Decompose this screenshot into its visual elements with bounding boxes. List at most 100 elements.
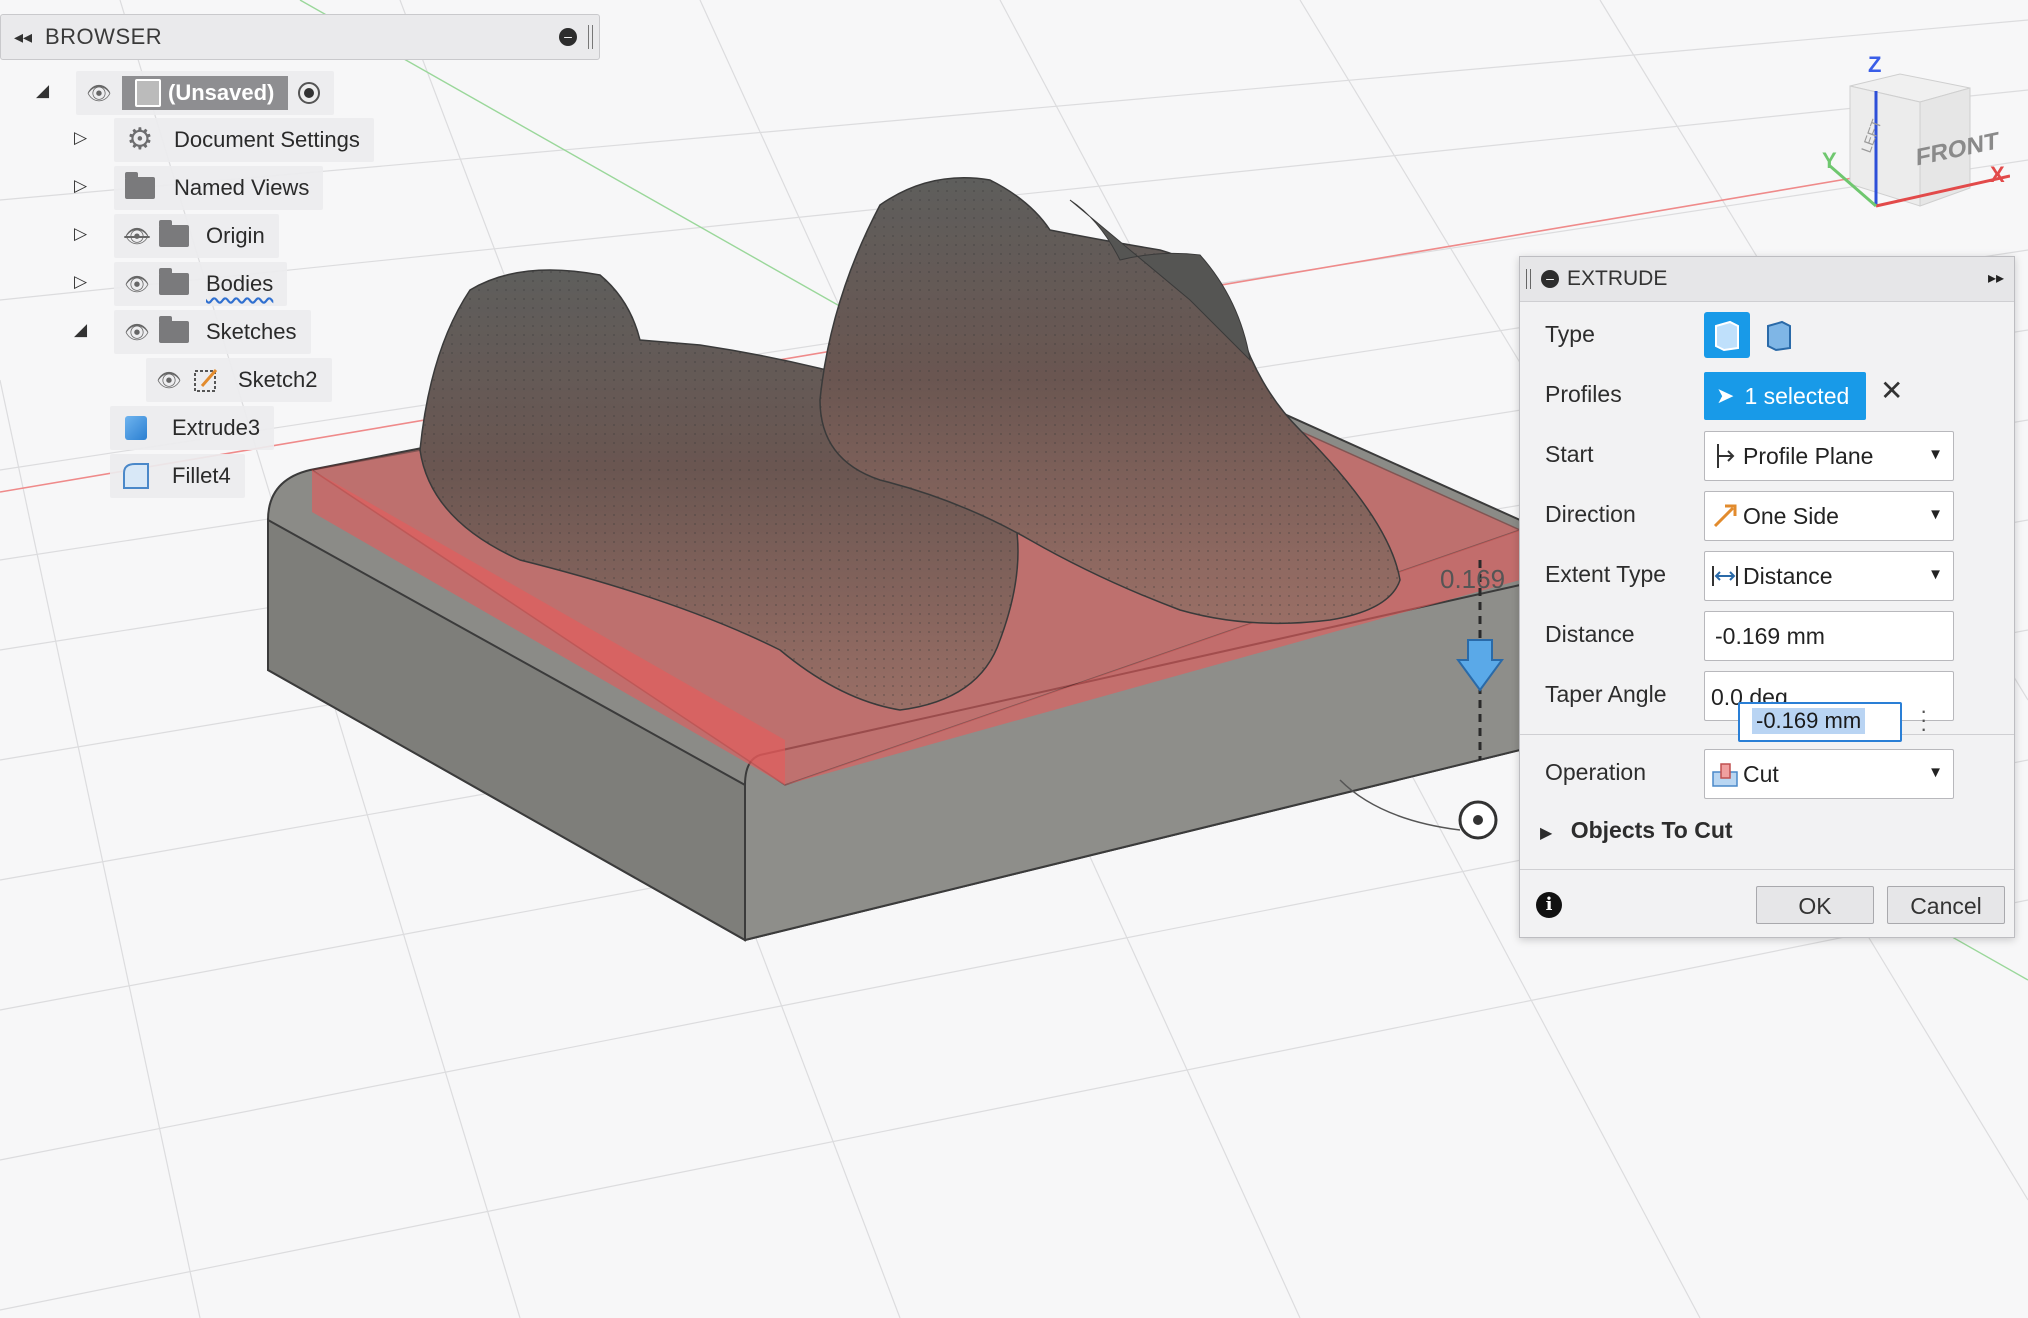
operation-dropdown[interactable]: Cut ▼	[1704, 749, 1954, 799]
inline-distance-input[interactable]: -0.169 mm	[1738, 702, 1902, 742]
start-value: Profile Plane	[1743, 442, 1874, 469]
dialog-grip-handle[interactable]	[1526, 269, 1531, 289]
cut-icon	[1707, 760, 1743, 788]
collapse-dialog-icon[interactable]: –	[1541, 270, 1559, 288]
fillet-icon	[116, 459, 156, 493]
dialog-footer: i OK Cancel	[1520, 869, 2014, 938]
distance-value: -0.169 mm	[1715, 622, 1825, 649]
objects-to-cut-label: Objects To Cut	[1570, 817, 1733, 843]
type-label: Type	[1545, 321, 1595, 347]
expand-arrow-icon[interactable]: ▷	[74, 224, 87, 244]
expand-arrow-icon[interactable]: ▷	[74, 272, 87, 292]
chevron-down-icon: ▼	[1928, 506, 1943, 523]
direction-row: Direction One Side ▼	[1520, 484, 2014, 544]
one-side-icon	[1707, 502, 1743, 530]
eye-icon[interactable]: 👁	[82, 81, 116, 106]
start-row: Start Profile Plane ▼	[1520, 424, 2014, 484]
tree-item-bodies[interactable]: ▷ 👁 Bodies	[74, 262, 288, 306]
browser-title: BROWSER	[45, 24, 163, 49]
axis-x-label: X	[1990, 162, 2005, 187]
operation-row: Operation Cut ▼	[1520, 742, 2014, 802]
objects-to-cut-section[interactable]: ▶ Objects To Cut	[1540, 817, 1733, 844]
root-component[interactable]: (Unsaved)	[122, 76, 289, 110]
sketch-icon	[186, 363, 226, 397]
folder-icon	[154, 315, 194, 349]
expand-arrow-icon[interactable]: ▷	[74, 128, 87, 148]
profiles-selection-button[interactable]: ➤ 1 selected	[1704, 372, 1866, 420]
chevron-down-icon: ▼	[1928, 764, 1943, 781]
eye-icon[interactable]: 👁	[120, 272, 154, 297]
tree-item-sketches[interactable]: ◢ 👁 Sketches	[74, 310, 311, 354]
tree-item-document-settings[interactable]: ▷ ⚙ Document Settings	[74, 118, 374, 162]
tree-item-named-views[interactable]: ▷ Named Views	[74, 166, 324, 210]
folder-icon	[120, 171, 160, 205]
tree-item-label: Extrude3	[172, 415, 261, 440]
axis-y-label: Y	[1822, 148, 1837, 173]
tree-item-sketch2[interactable]: 👁 Sketch2	[146, 358, 332, 402]
gear-icon: ⚙	[126, 123, 154, 156]
collapse-arrow-icon[interactable]: ◢	[36, 81, 49, 101]
eye-hidden-icon[interactable]: 👁	[152, 368, 186, 393]
profiles-label: Profiles	[1545, 381, 1622, 407]
component-icon	[128, 76, 168, 110]
distance-label: Distance	[1545, 621, 1635, 647]
activate-radio-icon[interactable]	[298, 82, 321, 104]
tree-item-label: Sketches	[206, 319, 297, 344]
distance-row: Distance -0.169 mm	[1520, 604, 2014, 664]
extent-type-row: Extent Type Distance ▼	[1520, 544, 2014, 604]
timeline-item-fillet4[interactable]: Fillet4	[110, 454, 245, 498]
eye-hidden-icon[interactable]: 👁	[120, 224, 154, 249]
timeline-item-extrude3[interactable]: Extrude3	[110, 406, 275, 450]
tree-item-label: Sketch2	[238, 367, 318, 392]
tree-item-label: Document Settings	[174, 127, 360, 152]
inline-distance-value: -0.169 mm	[1752, 708, 1866, 734]
expand-dialog-icon[interactable]: ▸▸	[1988, 268, 2004, 288]
browser-header: ◂◂ BROWSER –	[0, 14, 600, 60]
cursor-arrow-icon: ➤	[1716, 383, 1735, 408]
eye-icon[interactable]: 👁	[120, 320, 154, 345]
more-options-icon[interactable]: · · ·	[1920, 700, 1927, 740]
ok-button[interactable]: OK	[1756, 886, 1874, 924]
profiles-value: 1 selected	[1744, 382, 1850, 409]
type-solid-button[interactable]	[1704, 312, 1750, 358]
manipulator-label: 0.169	[1440, 564, 1505, 594]
taper-angle-label: Taper Angle	[1545, 681, 1667, 707]
clear-selection-icon[interactable]: ✕	[1880, 374, 1903, 407]
tree-item-label: Origin	[206, 223, 265, 248]
expand-triangle-icon: ▶	[1540, 825, 1553, 842]
extent-type-dropdown[interactable]: Distance ▼	[1704, 551, 1954, 601]
collapse-browser-icon[interactable]: ◂◂	[1, 27, 45, 48]
axis-z-label: Z	[1868, 52, 1882, 77]
profiles-row: Profiles ➤ 1 selected ✕	[1520, 364, 2014, 424]
extent-type-label: Extent Type	[1545, 561, 1667, 587]
folder-icon	[154, 219, 194, 253]
type-thin-button[interactable]	[1756, 312, 1802, 358]
start-dropdown[interactable]: Profile Plane ▼	[1704, 431, 1954, 481]
cancel-button[interactable]: Cancel	[1887, 886, 2005, 924]
browser-grip-handle[interactable]	[588, 25, 593, 49]
extrude-icon	[116, 411, 156, 445]
tree-item-root[interactable]: ◢ 👁 (Unsaved)	[36, 71, 335, 115]
direction-label: Direction	[1545, 501, 1636, 527]
tree-chip-root[interactable]: 👁 (Unsaved)	[76, 71, 335, 115]
dialog-title: EXTRUDE	[1567, 267, 1668, 290]
collapse-arrow-icon[interactable]: ◢	[74, 320, 87, 340]
chevron-down-icon: ▼	[1928, 566, 1943, 583]
operation-label: Operation	[1545, 759, 1647, 785]
operation-value: Cut	[1743, 760, 1779, 787]
type-row: Type	[1520, 304, 2014, 364]
extrude-dialog: – EXTRUDE ▸▸ Type Profiles ➤ 1 selected …	[1519, 256, 2015, 938]
info-icon[interactable]: i	[1536, 892, 1562, 918]
tree-item-origin[interactable]: ▷ 👁 Origin	[74, 214, 279, 258]
extrude-dialog-header[interactable]: – EXTRUDE ▸▸	[1520, 257, 2014, 302]
folder-icon	[154, 267, 194, 301]
tree-item-label: Named Views	[174, 175, 310, 200]
view-cube[interactable]: Z X Y FRONT LEFT	[1820, 52, 2011, 216]
tree-item-label: Bodies	[206, 271, 274, 296]
direction-dropdown[interactable]: One Side ▼	[1704, 491, 1954, 541]
expand-arrow-icon[interactable]: ▷	[74, 176, 87, 196]
start-label: Start	[1545, 441, 1594, 467]
direction-value: One Side	[1743, 502, 1839, 529]
minimize-browser-icon[interactable]: –	[559, 28, 577, 46]
distance-input[interactable]: -0.169 mm	[1704, 611, 1954, 661]
